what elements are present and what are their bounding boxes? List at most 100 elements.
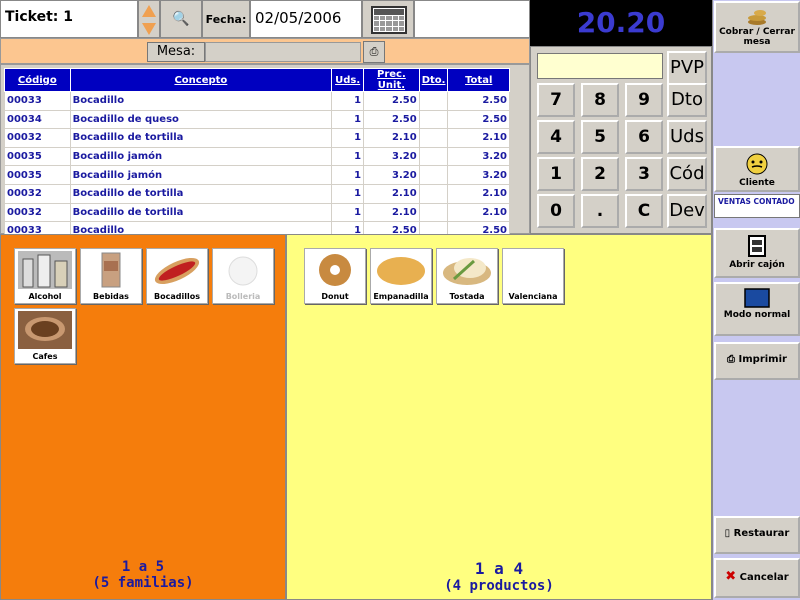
search-ticket-icon: 🔍 [172,11,190,27]
tile-label: Bocadillos [154,292,200,301]
mesa-field[interactable] [205,42,361,62]
table-row[interactable]: 00032 Bocadillo de tortilla 1 2.10 2.10 [4,202,510,223]
modo-label: Modo normal [723,310,791,320]
abrir-cajon-button[interactable]: Abrir cajón [714,228,800,278]
ticket-stepper[interactable] [138,0,160,38]
tile-label: Alcohol [28,292,62,301]
family-tile-cafes[interactable]: Cafes [14,308,76,364]
product-tile-valenciana[interactable]: Valenciana [502,248,564,304]
key-0[interactable]: 0 [537,194,575,228]
family-tile-bocadillos[interactable]: Bocadillos [146,248,208,304]
col-total[interactable]: Total [447,68,510,92]
col-uds[interactable]: Uds. [331,68,365,92]
cell-concepto: Bocadillo de tortilla [69,128,333,148]
table-row[interactable]: 00033 Bocadillo 1 2.50 2.50 [4,91,510,111]
modo-button[interactable]: Modo normal [714,282,800,336]
mesa-select-button[interactable]: ⎙ [363,41,385,63]
table-row[interactable]: 00034 Bocadillo de queso 1 2.50 2.50 [4,109,510,130]
cell-uds: 1 [331,202,365,223]
families-range: 1 a 5 [121,559,165,575]
drinks-icon [101,252,121,288]
cancelar-button[interactable]: ✖ Cancelar [714,558,800,598]
products-panel: Donut Empanadilla Tostada Valenciana 1 a… [286,234,712,600]
cell-dto [418,128,449,148]
arrow-down-icon[interactable] [142,23,156,35]
printer-small-icon: ⎙ [369,45,379,58]
key-7[interactable]: 7 [537,83,575,117]
key-6[interactable]: 6 [625,120,663,154]
imprimir-button[interactable]: ⎙ Imprimir [714,342,800,380]
key-8[interactable]: 8 [581,83,619,117]
calendar-button[interactable] [362,0,414,38]
key-decimal[interactable]: . [581,194,619,228]
printer-icon: ⎙ [727,354,736,365]
col-concepto[interactable]: Concepto [69,68,333,92]
imprimir-label: Imprimir [738,354,787,365]
dev-key[interactable]: Dev [667,194,707,228]
product-tile-tostada[interactable]: Tostada [436,248,498,304]
cell-dto [418,202,449,223]
table-row[interactable]: 00035 Bocadillo jamón 1 3.20 3.20 [4,165,510,185]
cell-dto [418,109,449,130]
cell-uds: 1 [331,146,365,167]
key-5[interactable]: 5 [581,120,619,154]
arrow-up-icon[interactable] [142,5,156,17]
fecha-label: Fecha: [202,0,250,38]
key-1[interactable]: 1 [537,157,575,191]
ticket-search-button[interactable]: 🔍 [160,0,202,38]
restore-icon: ▯ [724,528,731,539]
product-tile-empanadilla[interactable]: Empanadilla [370,248,432,304]
key-9[interactable]: 9 [625,83,663,117]
cell-precio: 2.10 [363,128,420,148]
keypad-input[interactable] [537,53,663,79]
key-2[interactable]: 2 [581,157,619,191]
table-row[interactable]: 00032 Bocadillo de tortilla 1 2.10 2.10 [4,183,510,204]
cell-dto [418,146,449,167]
uds-key[interactable]: Uds [667,120,707,154]
screen-mode-icon [744,288,770,308]
cobrar-button[interactable]: Cobrar / Cerrar mesa [714,1,800,53]
table-header-row: Código Concepto Uds. Prec. Unit. Dto. To… [4,68,510,92]
toast-icon [443,258,491,285]
coffee-icon [18,311,72,349]
tile-label: Bolleria [225,292,261,301]
product-tile-donut[interactable]: Donut [304,248,366,304]
cell-codigo: 00032 [4,128,71,148]
col-codigo[interactable]: Código [4,68,71,92]
ticket-number: Ticket: 1 [0,0,138,38]
products-count: (4 productos) [444,578,554,594]
key-4[interactable]: 4 [537,120,575,154]
cell-total: 3.20 [447,165,510,185]
cell-codigo: 00034 [4,109,71,130]
restaurar-button[interactable]: ▯ Restaurar [714,516,800,554]
col-precio[interactable]: Prec. Unit. [363,68,420,92]
action-sidebar: Cobrar / Cerrar mesa Cliente VENTAS CONT… [712,0,800,600]
cell-total: 2.10 [447,128,510,148]
cancelar-label: Cancelar [739,572,789,583]
tile-label: Tostada [449,292,485,301]
cell-total: 2.50 [447,91,510,111]
cliente-button[interactable]: Cliente [714,146,800,192]
mesa-button[interactable]: Mesa: [147,42,205,62]
family-tile-bebidas[interactable]: Bebidas [80,248,142,304]
cell-total: 2.10 [447,202,510,223]
family-tile-bolleria[interactable]: Bolleria [212,248,274,304]
table-row[interactable]: 00035 Bocadillo jamón 1 3.20 3.20 [4,146,510,167]
fecha-field[interactable]: 02/05/2006 [250,0,362,38]
cell-codigo: 00035 [4,165,71,185]
tile-label: Donut [321,292,349,301]
key-clear[interactable]: C [625,194,663,228]
families-pager: 1 a 5 (5 familias) [1,559,285,591]
cell-total: 2.10 [447,183,510,204]
pvp-key[interactable]: PVP [667,51,707,85]
col-dto[interactable]: Dto. [418,68,449,92]
cell-concepto: Bocadillo de tortilla [69,183,333,204]
empanadilla-icon [377,257,425,285]
total-display: 20.20 [530,0,712,46]
dto-key[interactable]: Dto [667,83,707,117]
cod-key[interactable]: Cód [667,157,707,191]
table-row[interactable]: 00032 Bocadillo de tortilla 1 2.10 2.10 [4,128,510,148]
ticket-lines-panel: Código Concepto Uds. Prec. Unit. Dto. To… [0,64,530,241]
key-3[interactable]: 3 [625,157,663,191]
family-tile-alcohol[interactable]: Alcohol [14,248,76,304]
